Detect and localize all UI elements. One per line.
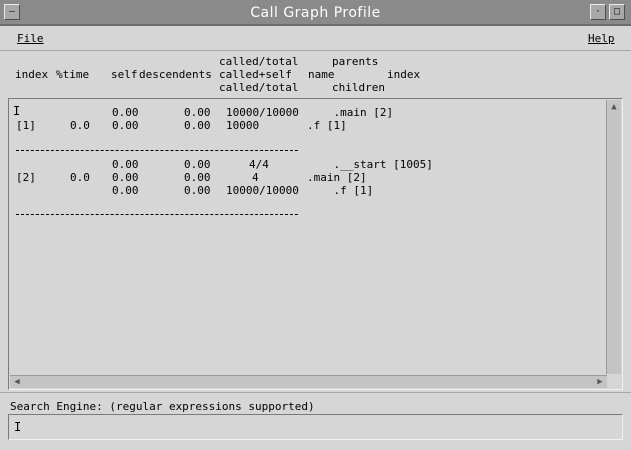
row-1-called: 10000 xyxy=(226,119,260,132)
row-0-name: .main [2] xyxy=(307,106,394,119)
row-1-self: 0.00 xyxy=(112,119,139,132)
text-cursor-icon: I xyxy=(14,420,22,434)
scroll-left-icon[interactable]: ◀ xyxy=(11,376,23,388)
row-3-self: 0.00 xyxy=(112,171,139,184)
header-parents: parents xyxy=(332,55,379,68)
row-4-desc: 0.00 xyxy=(184,184,211,197)
header-name: name xyxy=(308,68,335,81)
header-descendents: descendents xyxy=(139,68,212,81)
row-4-name: .f [1] xyxy=(307,184,374,197)
window-title: Call Graph Profile xyxy=(250,5,381,21)
text-cursor-icon: I xyxy=(13,104,21,118)
separator-line xyxy=(16,214,298,215)
horizontal-scrollbar[interactable]: ◀ ▶ xyxy=(10,375,607,388)
row-1-name: .f [1] xyxy=(307,119,347,132)
search-input[interactable]: I xyxy=(8,414,623,440)
vertical-scrollbar[interactable]: ▲ xyxy=(606,100,621,374)
row-0-self: 0.00 xyxy=(112,106,139,119)
row-3-name: .main [2] xyxy=(307,171,367,184)
maximize-button[interactable]: □ xyxy=(609,4,625,20)
row-4-self: 0.00 xyxy=(112,184,139,197)
header-called-3: called/total xyxy=(219,81,299,94)
header-called-2: called+self xyxy=(219,68,292,81)
divider xyxy=(0,392,631,393)
scroll-up-icon[interactable]: ▲ xyxy=(608,101,620,113)
row-2-called: 4/4 xyxy=(249,158,269,171)
title-bar: – Call Graph Profile · □ xyxy=(0,0,631,26)
minimize-button[interactable]: · xyxy=(590,4,606,20)
row-3-time: 0.0 xyxy=(70,171,90,184)
row-3-index: [2] xyxy=(16,171,36,184)
row-4-called: 10000/10000 xyxy=(226,184,299,197)
menu-help-label: Help xyxy=(588,32,615,45)
row-2-self: 0.00 xyxy=(112,158,139,171)
scroll-right-icon[interactable]: ▶ xyxy=(594,376,606,388)
row-2-desc: 0.00 xyxy=(184,158,211,171)
profile-text-area[interactable]: I 0.00 0.00 10000/10000 .main [2] [1] 0.… xyxy=(8,98,623,390)
header-index: index xyxy=(15,68,49,81)
row-1-desc: 0.00 xyxy=(184,119,211,132)
menu-help[interactable]: Help xyxy=(588,32,615,45)
row-3-desc: 0.00 xyxy=(184,171,211,184)
row-0-called: 10000/10000 xyxy=(226,106,299,119)
separator-line xyxy=(16,150,298,151)
menu-file-label: File xyxy=(17,32,44,45)
header-self: self xyxy=(111,68,138,81)
search-engine-label: Search Engine: (regular expressions supp… xyxy=(10,400,315,413)
header-index2: index xyxy=(387,68,421,81)
header-called-1: called/total xyxy=(219,55,299,68)
menu-bar: File Help xyxy=(0,28,631,51)
row-0-desc: 0.00 xyxy=(184,106,211,119)
row-3-called: 4 xyxy=(252,171,259,184)
row-1-time: 0.0 xyxy=(70,119,90,132)
header-pct-time: %time xyxy=(56,68,90,81)
row-2-name: .__start [1005] xyxy=(307,158,433,171)
header-children: children xyxy=(332,81,385,94)
menu-file[interactable]: File xyxy=(17,32,44,45)
row-1-index: [1] xyxy=(16,119,36,132)
